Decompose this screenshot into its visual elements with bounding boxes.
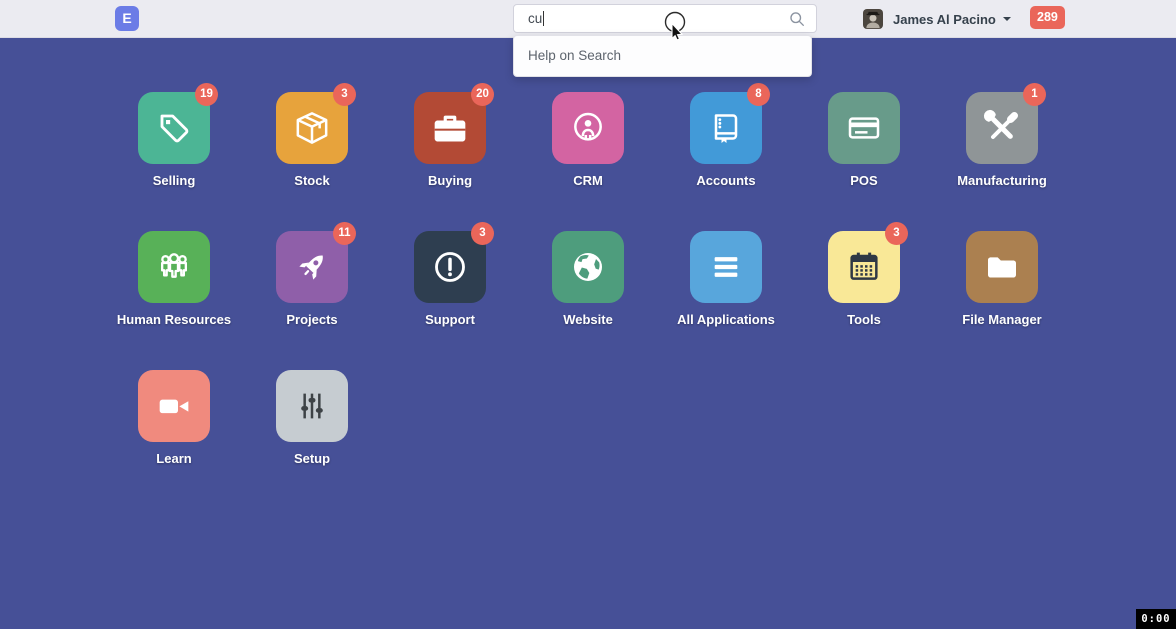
app-projects[interactable]: 11 Projects	[243, 231, 381, 370]
chevron-down-icon	[1003, 17, 1011, 21]
user-name: James Al Pacino	[893, 12, 996, 27]
app-badge-selling: 19	[195, 83, 218, 106]
app-badge-accounts: 8	[747, 83, 770, 106]
app-human-resources[interactable]: Human Resources	[105, 231, 243, 370]
box-icon	[292, 108, 332, 148]
app-label-all-applications: All Applications	[677, 312, 775, 327]
tag-icon	[154, 108, 194, 148]
user-menu[interactable]: James Al Pacino	[863, 0, 1011, 38]
menu-bars-icon	[706, 247, 746, 287]
crm-person-icon	[568, 108, 608, 148]
app-tile-accounts[interactable]: 8	[690, 92, 762, 164]
app-label-human-resources: Human Resources	[117, 312, 231, 327]
ledger-book-icon	[706, 108, 746, 148]
app-badge-support: 3	[471, 222, 494, 245]
rocket-icon	[292, 247, 332, 287]
app-label-support: Support	[425, 312, 475, 327]
search-icon	[788, 10, 806, 28]
app-tile-website[interactable]	[552, 231, 624, 303]
credit-card-icon	[844, 108, 884, 148]
app-setup[interactable]: Setup	[243, 370, 381, 509]
app-stock[interactable]: 3 Stock	[243, 92, 381, 231]
search-input-value: cu	[528, 11, 542, 26]
app-label-crm: CRM	[573, 173, 603, 188]
app-logo[interactable]: E	[115, 6, 139, 31]
video-camera-icon	[154, 386, 194, 426]
app-tile-crm[interactable]	[552, 92, 624, 164]
app-accounts[interactable]: 8 Accounts	[657, 92, 795, 231]
app-label-buying: Buying	[428, 173, 472, 188]
app-manufacturing[interactable]: 1 Manufacturing	[933, 92, 1071, 231]
app-tile-file-manager[interactable]	[966, 231, 1038, 303]
app-tools[interactable]: 3 Tools	[795, 231, 933, 370]
app-tile-stock[interactable]: 3	[276, 92, 348, 164]
app-selling[interactable]: 19 Selling	[105, 92, 243, 231]
sliders-icon	[292, 386, 332, 426]
app-buying[interactable]: 20 Buying	[381, 92, 519, 231]
app-all-applications[interactable]: All Applications	[657, 231, 795, 370]
app-support[interactable]: 3 Support	[381, 231, 519, 370]
app-tile-projects[interactable]: 11	[276, 231, 348, 303]
app-label-website: Website	[563, 312, 613, 327]
people-icon	[154, 247, 194, 287]
app-badge-manufacturing: 1	[1023, 83, 1046, 106]
app-tile-learn[interactable]	[138, 370, 210, 442]
app-badge-tools: 3	[885, 222, 908, 245]
app-label-stock: Stock	[294, 173, 329, 188]
app-badge-projects: 11	[333, 222, 356, 245]
app-label-manufacturing: Manufacturing	[957, 173, 1047, 188]
app-tile-setup[interactable]	[276, 370, 348, 442]
app-label-learn: Learn	[156, 451, 191, 466]
app-badge-stock: 3	[333, 83, 356, 106]
global-search-input[interactable]: cu	[513, 4, 817, 33]
app-label-tools: Tools	[847, 312, 881, 327]
app-label-setup: Setup	[294, 451, 330, 466]
app-label-accounts: Accounts	[696, 173, 755, 188]
folder-icon	[982, 247, 1022, 287]
app-tile-manufacturing[interactable]: 1	[966, 92, 1038, 164]
app-learn[interactable]: Learn	[105, 370, 243, 509]
desk-app-grid: 19 Selling 3 Stock 20 Buying CRM 8 Accounts POS 1 M…	[105, 92, 1071, 509]
app-tile-pos[interactable]	[828, 92, 900, 164]
calendar-icon	[844, 247, 884, 287]
top-navbar: E cu James Al Pacino 289	[0, 0, 1176, 38]
app-label-projects: Projects	[286, 312, 337, 327]
app-pos[interactable]: POS	[795, 92, 933, 231]
wrench-screwdriver-icon	[982, 108, 1022, 148]
text-caret	[543, 11, 544, 26]
app-file-manager[interactable]: File Manager	[933, 231, 1071, 370]
app-label-pos: POS	[850, 173, 877, 188]
app-tile-tools[interactable]: 3	[828, 231, 900, 303]
app-tile-support[interactable]: 3	[414, 231, 486, 303]
app-tile-selling[interactable]: 19	[138, 92, 210, 164]
recording-timer: 0:00	[1136, 609, 1176, 629]
exclamation-circle-icon	[430, 247, 470, 287]
app-tile-buying[interactable]: 20	[414, 92, 486, 164]
app-crm[interactable]: CRM	[519, 92, 657, 231]
app-tile-human-resources[interactable]	[138, 231, 210, 303]
briefcase-icon	[430, 108, 470, 148]
search-dropdown: Help on Search	[513, 35, 812, 77]
globe-icon	[568, 247, 608, 287]
search-help-item[interactable]: Help on Search	[514, 36, 811, 76]
notification-count-badge[interactable]: 289	[1030, 6, 1065, 29]
app-label-selling: Selling	[153, 173, 196, 188]
app-badge-buying: 20	[471, 83, 494, 106]
app-website[interactable]: Website	[519, 231, 657, 370]
app-label-file-manager: File Manager	[962, 312, 1041, 327]
user-avatar	[863, 9, 883, 29]
app-tile-all-applications[interactable]	[690, 231, 762, 303]
